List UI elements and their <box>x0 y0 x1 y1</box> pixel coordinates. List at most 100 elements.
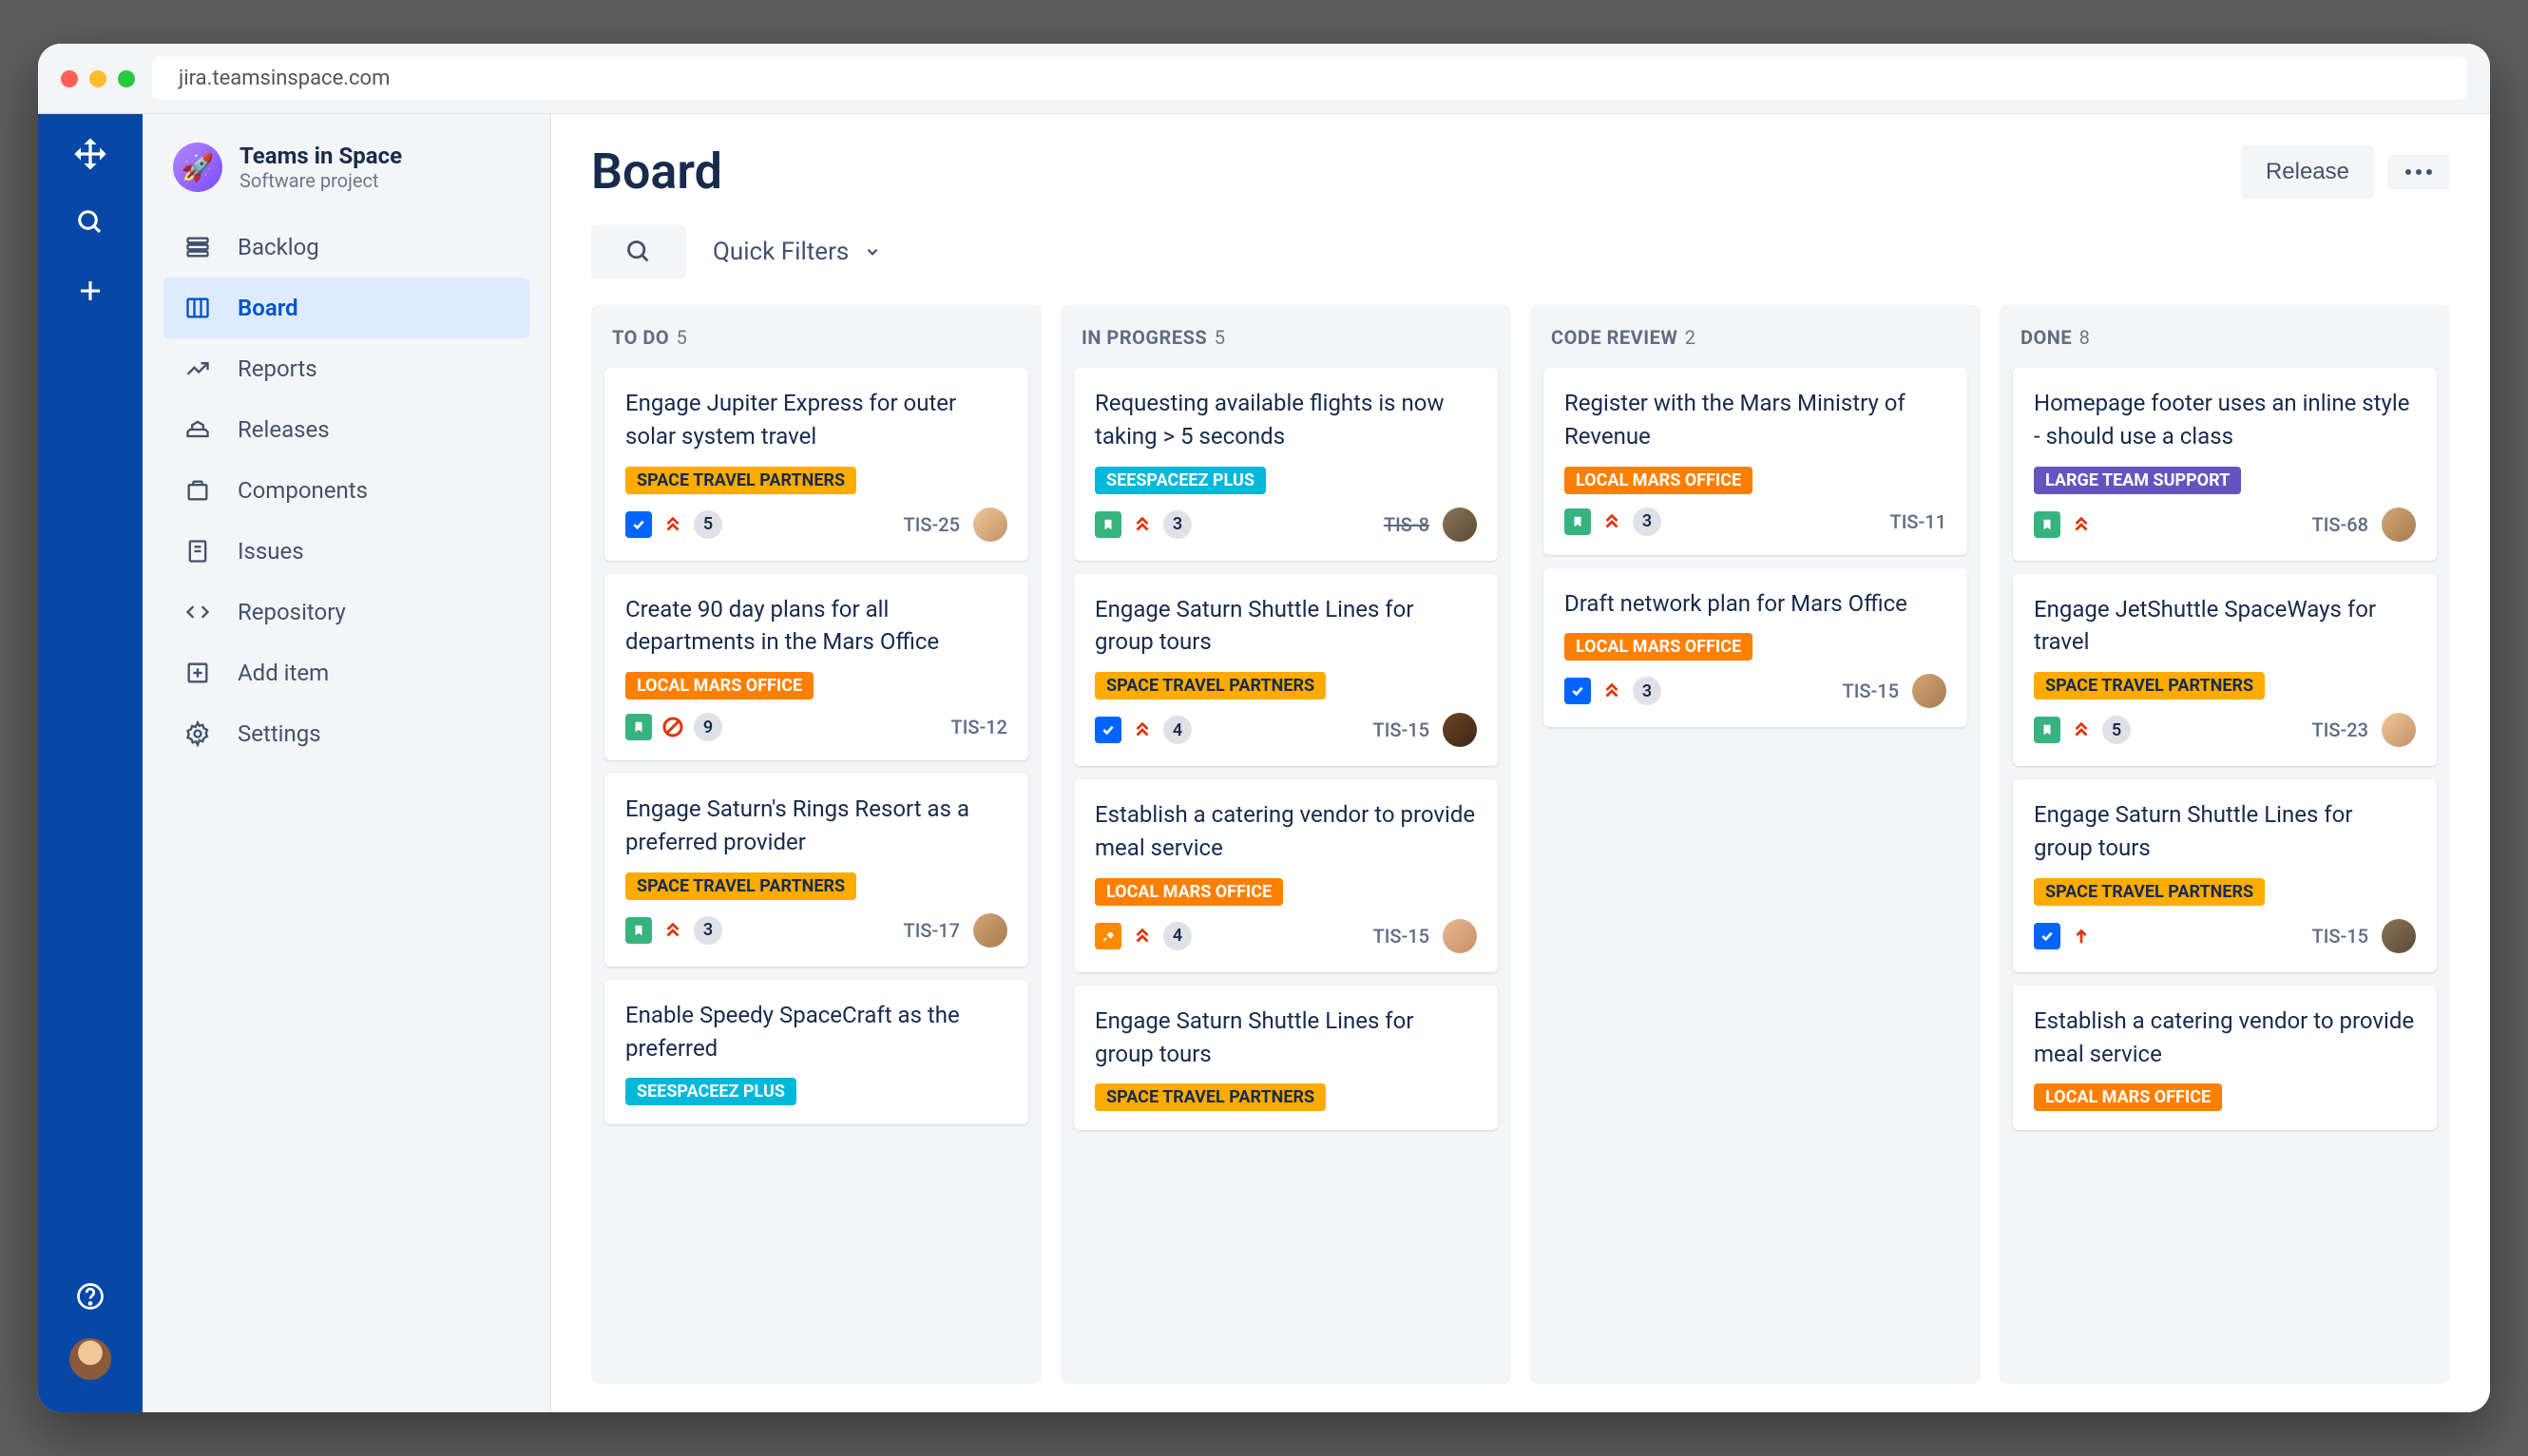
assignee-avatar[interactable] <box>1443 508 1477 542</box>
board-column: DONE 8 Homepage footer uses an inline sty… <box>2000 305 2450 1384</box>
epic-tag[interactable]: LOCAL MARS OFFICE <box>1095 878 1283 906</box>
sidebar-item-label: Backlog <box>238 234 319 260</box>
card-footer: TIS-15 <box>2034 919 2416 953</box>
subtask-type-icon <box>1095 923 1121 949</box>
task-type-icon <box>625 511 652 538</box>
assignee-avatar[interactable] <box>2382 919 2416 953</box>
more-actions-button[interactable] <box>2387 155 2450 189</box>
issue-card[interactable]: Engage Saturn Shuttle Lines for group to… <box>2013 779 2437 972</box>
story-points-badge: 3 <box>1633 677 1661 705</box>
search-icon <box>625 239 652 265</box>
board-icon <box>182 293 213 323</box>
epic-tag[interactable]: SEESPACEEZ PLUS <box>1095 467 1266 494</box>
priority-highest-icon <box>1131 718 1154 741</box>
project-name: Teams in Space <box>239 143 402 169</box>
priority-highest-icon <box>1600 510 1623 533</box>
sidebar-item-releases[interactable]: Releases <box>163 399 529 460</box>
help-icon[interactable] <box>69 1275 111 1317</box>
story-points-badge: 3 <box>694 916 722 945</box>
epic-tag[interactable]: LARGE TEAM SUPPORT <box>2034 467 2241 494</box>
gear-icon <box>182 718 213 749</box>
priority-highest-icon <box>1131 925 1154 948</box>
issue-card[interactable]: Homepage footer uses an inline style - s… <box>2013 368 2437 561</box>
epic-tag[interactable]: LOCAL MARS OFFICE <box>1564 633 1752 661</box>
issue-card[interactable]: Draft network plan for Mars OfficeLOCAL … <box>1543 568 1967 728</box>
sidebar-item-components[interactable]: Components <box>163 460 529 521</box>
issue-key: TIS-17 <box>904 919 961 942</box>
issue-card[interactable]: Engage Saturn Shuttle Lines for group to… <box>1074 574 1498 767</box>
epic-tag[interactable]: SPACE TRAVEL PARTNERS <box>2034 878 2265 906</box>
issue-card[interactable]: Register with the Mars Ministry of Reven… <box>1543 368 1967 555</box>
epic-tag[interactable]: SPACE TRAVEL PARTNERS <box>2034 672 2265 699</box>
issue-card[interactable]: Requesting available flights is now taki… <box>1074 368 1498 561</box>
epic-tag[interactable]: SPACE TRAVEL PARTNERS <box>1095 1083 1326 1111</box>
epic-tag[interactable]: SPACE TRAVEL PARTNERS <box>1095 672 1326 699</box>
issue-card[interactable]: Engage Jupiter Express for outer solar s… <box>604 368 1028 561</box>
column-header: DONE 8 <box>2013 322 2437 354</box>
project-type: Software project <box>239 169 402 192</box>
assignee-avatar[interactable] <box>1912 674 1946 708</box>
story-points-badge: 3 <box>1633 508 1661 536</box>
issue-card[interactable]: Engage Saturn Shuttle Lines for group to… <box>1074 986 1498 1131</box>
card-title: Establish a catering vendor to provide m… <box>1095 798 1477 865</box>
app-window: jira.teamsinspace.com 🚀 <box>38 44 2490 1412</box>
assignee-avatar[interactable] <box>973 508 1007 542</box>
card-title: Engage Saturn Shuttle Lines for group to… <box>2034 798 2416 865</box>
user-avatar[interactable] <box>69 1338 111 1380</box>
card-title: Enable Speedy SpaceCraft as the preferre… <box>625 999 1007 1065</box>
issue-key: TIS-23 <box>2312 718 2369 741</box>
assignee-avatar[interactable] <box>1443 919 1477 953</box>
jira-logo-icon[interactable] <box>69 133 111 175</box>
issue-key: TIS-8 <box>1384 513 1429 536</box>
sidebar-item-backlog[interactable]: Backlog <box>163 217 529 278</box>
search-icon[interactable] <box>69 201 111 243</box>
board-search[interactable] <box>591 225 686 278</box>
issue-card[interactable]: Enable Speedy SpaceCraft as the preferre… <box>604 980 1028 1125</box>
story-type-icon <box>2034 511 2060 538</box>
epic-tag[interactable]: SEESPACEEZ PLUS <box>625 1078 796 1105</box>
card-title: Engage Saturn Shuttle Lines for group to… <box>1095 593 1477 660</box>
assignee-avatar[interactable] <box>2382 713 2416 747</box>
sidebar-item-add[interactable]: Add item <box>163 642 529 703</box>
maximize-window-icon[interactable] <box>118 70 135 87</box>
card-footer: 3TIS-11 <box>1564 508 1946 536</box>
card-title: Engage Jupiter Express for outer solar s… <box>625 387 1007 453</box>
chevron-down-icon <box>864 243 881 260</box>
issue-card[interactable]: Establish a catering vendor to provide m… <box>1074 779 1498 972</box>
assignee-avatar[interactable] <box>973 913 1007 948</box>
project-header[interactable]: 🚀 Teams in Space Software project <box>163 139 529 217</box>
issue-card[interactable]: Engage Saturn's Rings Resort as a prefer… <box>604 774 1028 967</box>
epic-tag[interactable]: SPACE TRAVEL PARTNERS <box>625 872 856 900</box>
minimize-window-icon[interactable] <box>89 70 106 87</box>
sidebar-item-label: Releases <box>238 416 330 443</box>
quick-filters-dropdown[interactable]: Quick Filters <box>713 238 881 266</box>
sidebar-item-repository[interactable]: Repository <box>163 582 529 642</box>
story-points-badge: 3 <box>1163 510 1192 539</box>
sidebar-item-board[interactable]: Board <box>163 278 529 338</box>
issue-card[interactable]: Engage JetShuttle SpaceWays for travelSP… <box>2013 574 2437 767</box>
assignee-avatar[interactable] <box>1443 713 1477 747</box>
epic-tag[interactable]: SPACE TRAVEL PARTNERS <box>625 467 856 494</box>
issue-card[interactable]: Establish a catering vendor to provide m… <box>2013 986 2437 1131</box>
story-type-icon <box>1095 511 1121 538</box>
epic-tag[interactable]: LOCAL MARS OFFICE <box>2034 1083 2222 1111</box>
close-window-icon[interactable] <box>61 70 78 87</box>
page-header: Board Release <box>591 143 2450 201</box>
sidebar-item-settings[interactable]: Settings <box>163 703 529 764</box>
assignee-avatar[interactable] <box>2382 508 2416 542</box>
sidebar-item-issues[interactable]: Issues <box>163 521 529 582</box>
app-body: 🚀 Teams in Space Software project Backlo… <box>38 114 2490 1412</box>
priority-highest-icon <box>1600 680 1623 702</box>
sidebar-item-reports[interactable]: Reports <box>163 338 529 399</box>
project-icon: 🚀 <box>173 143 222 192</box>
story-type-icon <box>625 917 652 944</box>
epic-tag[interactable]: LOCAL MARS OFFICE <box>1564 467 1752 494</box>
task-type-icon <box>1095 717 1121 743</box>
epic-tag[interactable]: LOCAL MARS OFFICE <box>625 672 814 699</box>
issue-card[interactable]: Create 90 day plans for all departments … <box>604 574 1028 761</box>
board-column: TO DO 5Engage Jupiter Express for outer … <box>591 305 1042 1384</box>
url-bar[interactable]: jira.teamsinspace.com <box>152 57 2467 100</box>
repository-icon <box>182 597 213 627</box>
release-button[interactable]: Release <box>2241 145 2374 199</box>
create-icon[interactable] <box>69 270 111 312</box>
